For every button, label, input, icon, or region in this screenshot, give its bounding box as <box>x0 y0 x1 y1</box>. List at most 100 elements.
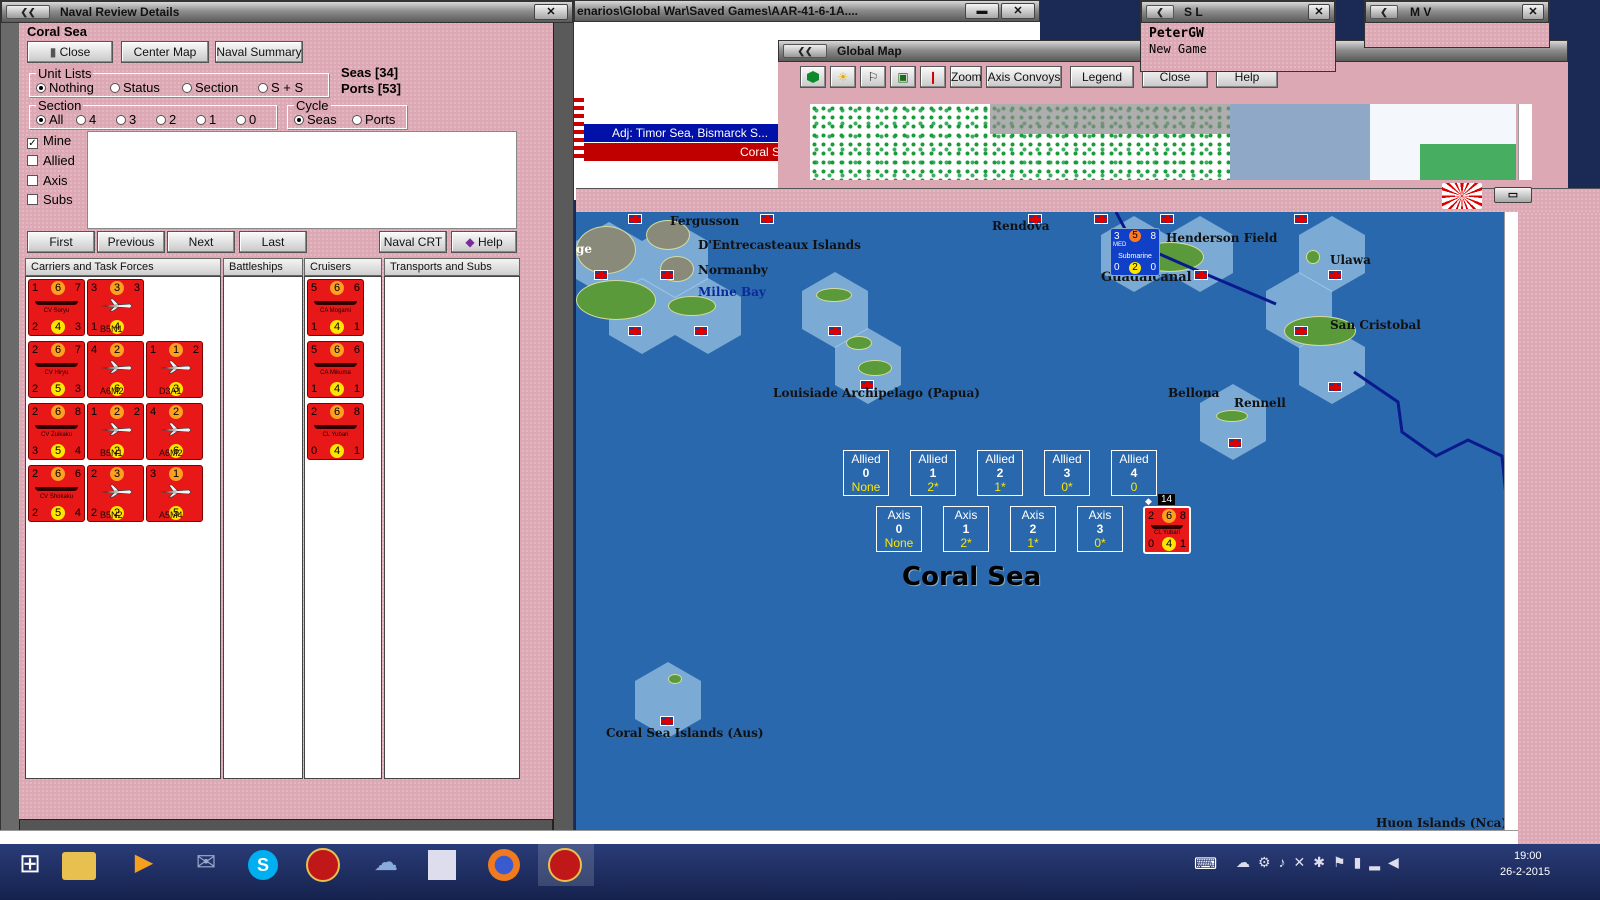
naval-crt-button[interactable]: Naval CRT <box>379 231 447 253</box>
bottom-scroll-track[interactable] <box>0 830 576 844</box>
sea-map[interactable]: Fergusson D'Entrecasteaux Islands Norman… <box>576 212 1518 830</box>
checkbox-icon[interactable] <box>27 175 38 186</box>
section-box[interactable]: Allied 0 None <box>843 450 889 496</box>
legend-button[interactable]: Legend <box>1070 66 1134 88</box>
map-horizontal-scrollbar[interactable] <box>576 830 1518 844</box>
section-box[interactable]: Axis 3 0* <box>1077 506 1123 552</box>
radio-section-1[interactable]: 1 <box>196 112 216 127</box>
section-box[interactable]: Axis 0 None <box>876 506 922 552</box>
start-icon[interactable]: ⊞ <box>10 848 50 882</box>
naval-unit-counter[interactable]: 5 6 6 1 4 1 CA Mikuma <box>307 341 364 398</box>
section-box[interactable]: Axis 2 1* <box>1010 506 1056 552</box>
radio-icon[interactable] <box>294 115 304 125</box>
naval-unit-counter[interactable]: 3 3 3 1 4 B5N1 <box>87 279 144 336</box>
radio-section-4[interactable]: 4 <box>76 112 96 127</box>
radio-status[interactable]: Status <box>110 80 160 95</box>
hex-icon[interactable] <box>800 66 826 88</box>
close-icon[interactable]: ✕ <box>1001 3 1035 19</box>
section-box[interactable]: Allied 4 0 <box>1111 450 1157 496</box>
wif-game-icon[interactable] <box>306 848 340 882</box>
checkbox-icon[interactable] <box>27 155 38 166</box>
naval-unit-counter[interactable]: 2 6 7 2 5 3 CV Hiryu <box>28 341 85 398</box>
file-explorer-icon[interactable] <box>62 852 96 880</box>
restore-icon[interactable]: ▭ <box>1494 187 1532 203</box>
section-box[interactable]: Allied 2 1* <box>977 450 1023 496</box>
radio-icon[interactable] <box>36 83 46 93</box>
axis-convoys-button[interactable]: Axis Convoys <box>986 66 1062 88</box>
radio-icon[interactable] <box>352 115 362 125</box>
radio-icon[interactable] <box>196 115 206 125</box>
mail-icon[interactable]: ✉ <box>186 848 226 882</box>
radio-section-0[interactable]: 0 <box>236 112 256 127</box>
global-map-scrollbar[interactable] <box>1518 104 1532 180</box>
naval-unit-counter[interactable]: 3 1 5 A5M4 <box>146 465 203 522</box>
radio-s-s[interactable]: S + S <box>258 80 303 95</box>
map-vertical-scrollbar[interactable] <box>1504 212 1518 830</box>
naval-unit-counter[interactable]: 2 3 2 2 B5N2 <box>87 465 144 522</box>
radio-icon[interactable] <box>156 115 166 125</box>
radio-cycle-ports[interactable]: Ports <box>352 112 395 127</box>
radio-icon[interactable] <box>182 83 192 93</box>
radio-icon[interactable] <box>36 115 46 125</box>
thermometer-icon[interactable]: ❙ <box>920 66 946 88</box>
chevron-icon[interactable]: ❮❮ <box>6 5 50 19</box>
naval-unit-counter[interactable]: 5 6 6 1 4 1 CA Mogami <box>307 279 364 336</box>
wif-game-active-icon[interactable] <box>548 848 582 882</box>
checkbox-icon[interactable]: ✓ <box>27 138 38 149</box>
section-box[interactable]: Axis 1 2* <box>943 506 989 552</box>
close-icon[interactable]: ✕ <box>1522 4 1544 20</box>
last-button[interactable]: Last <box>239 231 307 253</box>
close-icon[interactable]: ✕ <box>534 4 568 20</box>
submarine-unit[interactable]: 3 5 8 MED Submarine 0 2 0 <box>1110 228 1160 276</box>
radio-icon[interactable] <box>116 115 126 125</box>
help-button[interactable]: ◆ Help <box>451 231 517 253</box>
radio-section-3[interactable]: 3 <box>116 112 136 127</box>
section-box[interactable]: Allied 1 2* <box>910 450 956 496</box>
mv-titlebar[interactable]: ❮ M V ✕ <box>1365 1 1549 23</box>
naval-summary-button[interactable]: Naval Summary <box>215 41 303 63</box>
naval-unit-counter[interactable]: 4 2 6 A6M2 <box>87 341 144 398</box>
naval-unit-counter[interactable]: 2 6 8 0 4 1 CL Yubari <box>307 403 364 460</box>
filter-subs[interactable]: Subs <box>27 192 73 207</box>
media-player-icon[interactable]: ▶ <box>124 848 164 882</box>
filter-axis[interactable]: Axis <box>27 173 68 188</box>
radio-cycle-seas[interactable]: Seas <box>294 112 337 127</box>
close-icon[interactable]: ✕ <box>1308 4 1330 20</box>
radio-section-all[interactable]: All <box>36 112 63 127</box>
map-cruiser-unit[interactable]: 2 6 8 CL Yubari 0 4 1 <box>1143 506 1191 554</box>
keyboard-icon[interactable]: ⌨ <box>1194 854 1217 874</box>
chevron-icon[interactable]: ❮❮ <box>783 44 827 58</box>
tray-icons[interactable]: ☁⚙♪✕✱⚑▮▂◀ <box>1236 854 1407 871</box>
browser-icon[interactable]: ☁ <box>366 848 406 882</box>
naval-review-titlebar[interactable]: ❮❮ Naval Review Details ✕ <box>1 1 573 23</box>
editor-icon[interactable] <box>428 850 456 880</box>
chevron-icon[interactable]: ❮ <box>1370 5 1398 19</box>
sl-titlebar[interactable]: ❮ S L ✕ <box>1141 1 1335 23</box>
naval-unit-counter[interactable]: 1 6 7 2 4 3 CV Soryu <box>28 279 85 336</box>
chevron-icon[interactable]: ❮ <box>1146 5 1174 19</box>
filter-mine[interactable]: ✓ Mine <box>27 133 71 149</box>
radio-nothing[interactable]: Nothing <box>36 80 94 95</box>
radio-icon[interactable] <box>236 115 246 125</box>
radio-icon[interactable] <box>76 115 86 125</box>
radio-section-2[interactable]: 2 <box>156 112 176 127</box>
minimize-icon[interactable]: ▬ <box>965 3 999 19</box>
checkbox-icon[interactable] <box>27 194 38 205</box>
first-button[interactable]: First <box>27 231 95 253</box>
center-map-button[interactable]: Center Map <box>121 41 209 63</box>
naval-unit-counter[interactable]: 2 6 6 2 5 4 CV Shokaku <box>28 465 85 522</box>
naval-unit-counter[interactable]: 2 6 8 3 5 4 CV Zuikaku <box>28 403 85 460</box>
zoom-button[interactable]: Zoom <box>950 66 982 88</box>
radio-icon[interactable] <box>258 83 268 93</box>
section-box[interactable]: Allied 3 0* <box>1044 450 1090 496</box>
flag-icon[interactable]: ⚐ <box>860 66 886 88</box>
frame-icon[interactable]: ▣ <box>890 66 916 88</box>
skype-icon[interactable]: S <box>248 850 278 880</box>
naval-unit-counter[interactable]: 1 1 2 3 D3A1 <box>146 341 203 398</box>
naval-unit-counter[interactable]: 1 2 2 2 B5N1 <box>87 403 144 460</box>
background-window-titlebar[interactable]: enarios\Global War\Saved Games\AAR-41-6-… <box>574 0 1040 22</box>
radio-icon[interactable] <box>110 83 120 93</box>
sun-icon[interactable]: ☀ <box>830 66 856 88</box>
global-map-view[interactable] <box>810 104 1516 180</box>
firefox-icon[interactable] <box>488 849 520 881</box>
